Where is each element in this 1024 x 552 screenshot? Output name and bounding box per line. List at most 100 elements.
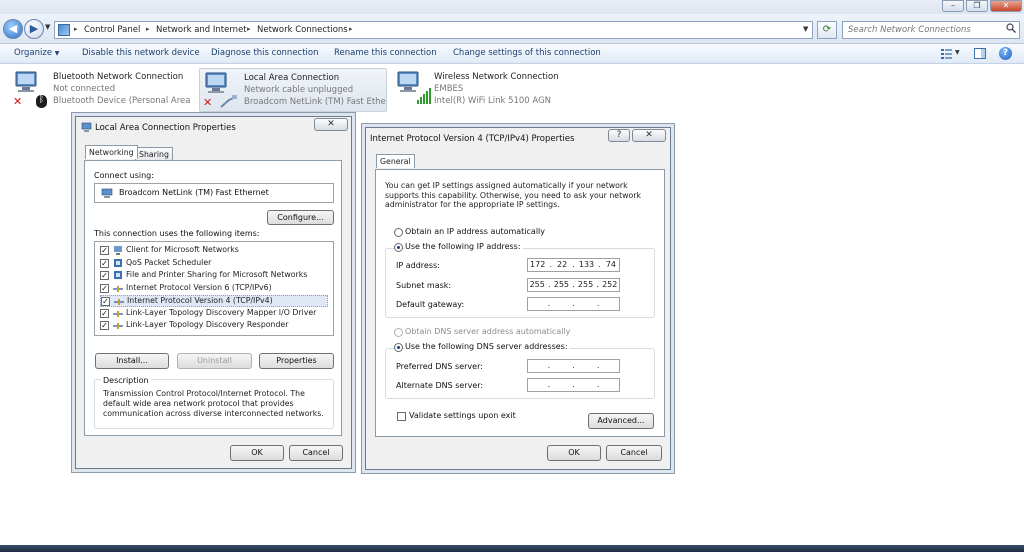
breadcrumb-separator-icon[interactable]: ▸ [146, 25, 150, 33]
item-checkbox[interactable]: ✓ [101, 297, 110, 306]
list-item-selected[interactable]: ✓ Internet Protocol Version 4 (TCP/IPv4) [100, 295, 328, 307]
refresh-button[interactable]: ⟳ [817, 21, 837, 39]
tab-networking[interactable]: Networking [85, 145, 138, 159]
tab-sharing[interactable]: Sharing [135, 147, 173, 161]
ip-address-field[interactable]: 172. 22. 133. 74 [527, 258, 620, 272]
disconnected-x-icon: ✕ [203, 96, 213, 109]
advanced-button[interactable]: Advanced... [588, 413, 654, 429]
networking-tab-panel: Connect using: Broadcom NetLink (TM) Fas… [84, 160, 342, 436]
close-window-button[interactable]: ✕ [990, 0, 1022, 12]
rename-connection-button[interactable]: Rename this connection [334, 48, 437, 58]
dialog-close-button[interactable]: ✕ [632, 129, 666, 142]
general-tab-panel: You can get IP settings assigned automat… [375, 169, 665, 437]
breadcrumb-control-panel[interactable]: Control Panel [84, 25, 140, 35]
subnet-mask-field[interactable]: 255. 255. 255. 252 [527, 278, 620, 292]
use-following-dns-label: Use the following DNS server addresses: [405, 342, 570, 351]
dialog-title: Internet Protocol Version 4 (TCP/IPv4) P… [370, 134, 575, 144]
recent-pages-dropdown-icon[interactable]: ▼ [45, 23, 50, 31]
list-item[interactable]: ✓ Link-Layer Topology Discovery Mapper I… [100, 308, 328, 320]
tab-general[interactable]: General [376, 154, 415, 168]
ok-button[interactable]: OK [547, 445, 601, 461]
item-checkbox[interactable]: ✓ [100, 283, 109, 293]
address-dropdown-icon[interactable]: ▼ [803, 25, 808, 33]
view-dropdown-icon[interactable]: ▼ [955, 49, 960, 56]
alternate-dns-field[interactable]: ... [527, 378, 620, 392]
breadcrumb-separator-icon[interactable]: ▸ [247, 25, 251, 33]
list-item[interactable]: ✓ Link-Layer Topology Discovery Responde… [100, 320, 328, 332]
list-item[interactable]: ✓ QoS Packet Scheduler [100, 258, 328, 270]
ip-octet: 255 [553, 280, 570, 289]
arrow-right-icon: ▶ [29, 22, 39, 35]
install-button[interactable]: Install... [95, 353, 169, 369]
use-following-dns-radio[interactable] [394, 343, 403, 352]
item-checkbox[interactable]: ✓ [100, 308, 109, 318]
use-following-ip-radio[interactable] [394, 243, 403, 252]
command-bar: Organize ▼ Disable this network device D… [0, 44, 1024, 64]
diagnose-connection-button[interactable]: Diagnose this connection [211, 48, 319, 58]
adapter-name: Broadcom NetLink (TM) Fast Ethernet [119, 188, 269, 197]
connection-name: Local Area Connection [244, 73, 340, 83]
ip-octet: 255 [577, 280, 594, 289]
network-cable-icon [220, 95, 237, 108]
list-item[interactable]: ✓ File and Printer Sharing for Microsoft… [100, 270, 328, 282]
disconnected-x-icon: ✕ [13, 95, 23, 108]
preferred-dns-field[interactable]: ... [527, 359, 620, 373]
list-item[interactable]: ✓ Client for Microsoft Networks [100, 245, 328, 257]
ip-octet: 252 [602, 280, 618, 289]
organize-menu[interactable]: Organize ▼ [14, 48, 59, 58]
item-checkbox[interactable]: ✓ [100, 246, 109, 255]
obtain-dns-auto-radio[interactable] [394, 328, 403, 337]
arrow-left-icon: ◀ [8, 22, 18, 35]
item-label: Internet Protocol Version 4 (TCP/IPv4) [127, 296, 273, 305]
close-icon: ✕ [645, 130, 653, 140]
view-options-icon[interactable] [941, 48, 952, 59]
obtain-ip-auto-radio[interactable] [394, 228, 403, 237]
components-list[interactable]: ✓ Client for Microsoft Networks ✓ QoS Pa… [94, 241, 334, 336]
address-bar[interactable]: ▸ Control Panel ▸ Network and Internet ▸… [54, 21, 813, 39]
network-protocol-icon [113, 310, 123, 317]
breadcrumb-separator-icon[interactable]: ▸ [74, 25, 78, 33]
change-settings-button[interactable]: Change settings of this connection [453, 48, 601, 58]
uninstall-button[interactable]: Uninstall [177, 353, 252, 369]
connection-bluetooth[interactable]: ✕ ᛒ Bluetooth Network Connection Not con… [10, 68, 193, 112]
configure-button[interactable]: Configure... [267, 210, 334, 225]
ok-button[interactable]: OK [230, 445, 284, 461]
help-icon[interactable]: ? [999, 47, 1012, 60]
item-label: Client for Microsoft Networks [126, 245, 239, 254]
breadcrumb-separator-icon[interactable]: ▸ [349, 25, 353, 33]
validate-settings-checkbox[interactable] [397, 412, 406, 421]
default-gateway-field[interactable]: ... [527, 297, 620, 311]
item-checkbox[interactable]: ✓ [100, 271, 109, 280]
minimize-button[interactable]: – [942, 0, 964, 12]
item-label: Link-Layer Topology Discovery Mapper I/O… [126, 307, 317, 317]
validate-settings-label: Validate settings upon exit [409, 411, 516, 420]
dialog-close-button[interactable]: ✕ [314, 118, 348, 131]
cancel-button[interactable]: Cancel [606, 445, 662, 461]
connection-device: Bluetooth Device (Personal Area ... [53, 96, 193, 106]
preview-pane-icon[interactable] [974, 48, 986, 59]
intro-text: You can get IP settings assigned automat… [385, 181, 642, 209]
connection-name: Wireless Network Connection [434, 72, 559, 82]
back-button[interactable]: ◀ [3, 19, 23, 39]
window-title-bar: – ❐ ✕ [0, 0, 1024, 14]
connection-wireless[interactable]: Wireless Network Connection EMBES Intel(… [392, 68, 592, 112]
ip-octet: 74 [605, 260, 616, 269]
connection-local-area[interactable]: ✕ Local Area Connection Network cable un… [199, 68, 387, 112]
item-checkbox[interactable]: ✓ [100, 321, 109, 330]
maximize-button[interactable]: ❐ [966, 0, 988, 12]
control-panel-icon [58, 24, 70, 36]
breadcrumb-network-and-internet[interactable]: Network and Internet [156, 25, 247, 35]
disable-device-button[interactable]: Disable this network device [82, 48, 200, 58]
help-button[interactable]: ? [608, 129, 630, 142]
search-input[interactable]: Search Network Connections [842, 21, 1020, 39]
forward-button[interactable]: ▶ [24, 19, 44, 39]
item-checkbox[interactable]: ✓ [100, 258, 109, 268]
taskbar [0, 545, 1024, 552]
network-service-icon [114, 271, 122, 279]
list-item[interactable]: ✓ Internet Protocol Version 6 (TCP/IPv6) [100, 283, 328, 295]
properties-button[interactable]: Properties [259, 353, 334, 369]
cancel-button[interactable]: Cancel [289, 445, 343, 461]
connection-status: Network cable unplugged [244, 85, 354, 95]
breadcrumb-network-connections[interactable]: Network Connections [257, 25, 348, 35]
search-icon [1006, 23, 1016, 33]
